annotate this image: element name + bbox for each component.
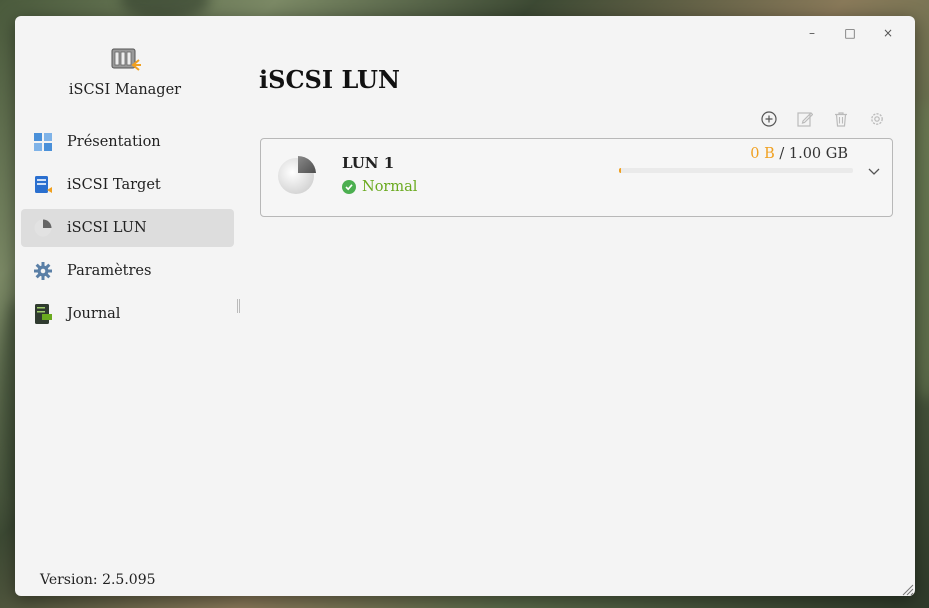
resize-grip-icon[interactable]: [900, 581, 914, 596]
add-button[interactable]: [751, 108, 787, 130]
settings-icon: [871, 113, 883, 125]
overview-icon: [33, 132, 53, 152]
sidebar-item-label: iSCSI Target: [67, 177, 161, 193]
main-panel: iSCSI LUN LUN 1 Normal 0 B / 1.00 GB: [259, 16, 899, 596]
toolbar: [751, 108, 895, 130]
delete-button[interactable]: [823, 108, 859, 130]
lun-status: Normal: [342, 179, 417, 195]
delete-icon: [835, 112, 847, 127]
expand-chevron-icon[interactable]: [866, 163, 882, 179]
sidebar-splitter[interactable]: [237, 299, 240, 313]
status-text: Normal: [362, 179, 418, 195]
sidebar-item-presentation[interactable]: Présentation: [21, 123, 234, 161]
gear-icon: [33, 261, 53, 281]
settings-button[interactable]: [859, 108, 895, 130]
total-size: 1.00 GB: [788, 146, 848, 162]
iscsi-manager-logo-icon: [111, 47, 141, 73]
lun-name: LUN 1: [342, 154, 395, 172]
sidebar-item-journal[interactable]: Journal: [21, 295, 234, 333]
sidebar-item-label: Présentation: [67, 134, 161, 150]
sidebar-item-label: Journal: [67, 306, 121, 322]
target-icon: [33, 175, 53, 195]
used-size: 0 B: [750, 146, 775, 162]
sidebar-item-iscsi-target[interactable]: iSCSI Target: [21, 166, 234, 204]
usage-bar: [619, 168, 853, 173]
sidebar-nav: Présentation iSCSI Target iSCSI LUN Para…: [21, 123, 234, 338]
sidebar-item-label: Paramètres: [67, 263, 152, 279]
sidebar: iSCSI Manager Présentation iSCSI Target …: [15, 16, 245, 596]
sidebar-item-iscsi-lun[interactable]: iSCSI LUN: [21, 209, 234, 247]
sidebar-item-parametres[interactable]: Paramètres: [21, 252, 234, 290]
page-title: iSCSI LUN: [259, 65, 400, 94]
check-icon: [342, 180, 356, 194]
app-name: iSCSI Manager: [68, 82, 182, 98]
lun-card[interactable]: LUN 1 Normal 0 B / 1.00 GB: [260, 138, 893, 217]
app-window: – □ × iSCSI Manager Présentation iSCSI T…: [15, 16, 915, 596]
usage-separator: /: [774, 146, 789, 162]
lun-disk-icon: [277, 155, 317, 195]
lun-usage: 0 B / 1.00 GB: [750, 146, 848, 162]
usage-bar-fill: [619, 168, 621, 173]
lun-icon: [33, 218, 53, 238]
version-label: Version: 2.5.095: [40, 572, 156, 588]
add-icon: [761, 111, 777, 127]
edit-button[interactable]: [787, 108, 823, 130]
edit-icon: [797, 112, 813, 127]
log-icon: [33, 304, 53, 324]
sidebar-item-label: iSCSI LUN: [67, 220, 147, 236]
